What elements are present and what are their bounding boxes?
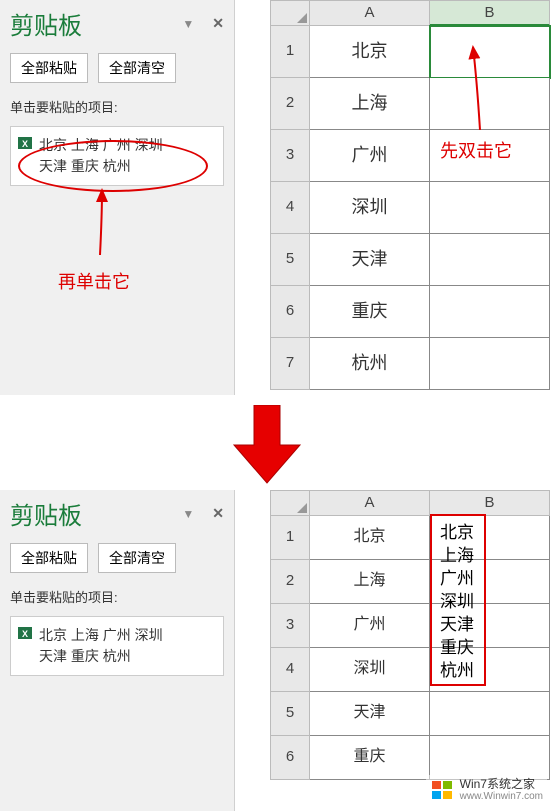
cell-a5[interactable]: 天津 <box>310 692 430 736</box>
svg-text:X: X <box>22 139 28 149</box>
clipboard-header: 剪贴板 ▼ ✕ <box>0 0 234 49</box>
clipboard-title: 剪贴板 <box>10 496 182 531</box>
clipboard-content-box: X 北京 上海 广州 深圳 天津 重庆 杭州 <box>10 126 224 186</box>
cell-b5[interactable] <box>430 692 550 736</box>
col-header-b[interactable]: B <box>430 490 550 516</box>
cell-b1-pasted-content[interactable]: 北京 上海 广州 深圳 天津 重庆 杭州 <box>434 518 544 687</box>
cell-a2[interactable]: 上海 <box>310 560 430 604</box>
row-header[interactable]: 3 <box>270 604 310 648</box>
select-all-corner[interactable] <box>270 490 310 516</box>
row-header[interactable]: 5 <box>270 692 310 736</box>
row-header[interactable]: 3 <box>270 130 310 182</box>
cell-a6[interactable]: 重庆 <box>310 736 430 780</box>
svg-text:X: X <box>22 629 28 639</box>
watermark-title: Win7系统之家 <box>460 777 543 791</box>
cell-a1[interactable]: 北京 <box>310 26 430 78</box>
cell-a1[interactable]: 北京 <box>310 516 430 560</box>
clip-line1: 北京 上海 广州 深圳 <box>39 627 163 643</box>
cell-a4[interactable]: 深圳 <box>310 182 430 234</box>
big-arrow-icon <box>232 405 302 485</box>
row-header[interactable]: 5 <box>270 234 310 286</box>
cell-b1[interactable] <box>430 26 550 78</box>
clipboard-item-text: 北京 上海 广州 深圳 天津 重庆 杭州 <box>39 135 163 177</box>
row-header[interactable]: 2 <box>270 78 310 130</box>
cell-a3[interactable]: 广州 <box>310 130 430 182</box>
excel-icon: X <box>17 135 33 151</box>
cell-a2[interactable]: 上海 <box>310 78 430 130</box>
clipboard-item[interactable]: X 北京 上海 广州 深圳 天津 重庆 杭州 <box>17 625 217 667</box>
row-header[interactable]: 1 <box>270 516 310 560</box>
clip-line1: 北京 上海 广州 深圳 <box>39 137 163 153</box>
cell-a7[interactable]: 杭州 <box>310 338 430 390</box>
close-icon[interactable]: ✕ <box>212 15 224 32</box>
col-header-a[interactable]: A <box>310 490 430 516</box>
cell-b6[interactable] <box>430 736 550 780</box>
cell-b3[interactable] <box>430 130 550 182</box>
clipboard-content-box: X 北京 上海 广州 深圳 天津 重庆 杭州 <box>10 616 224 676</box>
watermark-logo-icon <box>430 778 454 802</box>
spreadsheet-top: A B 1北京 2上海 3广州 4深圳 5天津 6重庆 7杭州 <box>270 0 550 390</box>
row-header[interactable]: 4 <box>270 648 310 692</box>
col-header-a[interactable]: A <box>310 0 430 26</box>
top-section: 剪贴板 ▼ ✕ 全部粘贴 全部清空 单击要粘贴的项目: X 北京 上海 广州 深… <box>0 0 553 395</box>
close-icon[interactable]: ✕ <box>212 505 224 522</box>
clipboard-panel-bottom: 剪贴板 ▼ ✕ 全部粘贴 全部清空 单击要粘贴的项目: X 北京 上海 广州 深… <box>0 490 235 811</box>
clear-all-button[interactable]: 全部清空 <box>98 543 176 573</box>
cell-a4[interactable]: 深圳 <box>310 648 430 692</box>
row-header[interactable]: 6 <box>270 286 310 338</box>
clipboard-button-row: 全部粘贴 全部清空 <box>0 49 234 91</box>
paste-all-button[interactable]: 全部粘贴 <box>10 543 88 573</box>
select-all-corner[interactable] <box>270 0 310 26</box>
bottom-section: 剪贴板 ▼ ✕ 全部粘贴 全部清空 单击要粘贴的项目: X 北京 上海 广州 深… <box>0 490 553 811</box>
cell-b6[interactable] <box>430 286 550 338</box>
clip-line2: 天津 重庆 杭州 <box>39 648 131 664</box>
cell-b2[interactable] <box>430 78 550 130</box>
clipboard-button-row: 全部粘贴 全部清空 <box>0 539 234 581</box>
watermark-url: www.Winwin7.com <box>460 791 543 803</box>
cell-b4[interactable] <box>430 182 550 234</box>
excel-icon: X <box>17 625 33 641</box>
clipboard-items-label: 单击要粘贴的项目: <box>0 91 234 122</box>
paste-all-button[interactable]: 全部粘贴 <box>10 53 88 83</box>
clipboard-item[interactable]: X 北京 上海 广州 深圳 天津 重庆 杭州 <box>17 135 217 177</box>
cell-b5[interactable] <box>430 234 550 286</box>
row-header[interactable]: 7 <box>270 338 310 390</box>
clear-all-button[interactable]: 全部清空 <box>98 53 176 83</box>
clipboard-item-text: 北京 上海 广州 深圳 天津 重庆 杭州 <box>39 625 163 667</box>
clipboard-panel: 剪贴板 ▼ ✕ 全部粘贴 全部清空 单击要粘贴的项目: X 北京 上海 广州 深… <box>0 0 235 395</box>
dropdown-icon[interactable]: ▼ <box>182 507 194 521</box>
clipboard-title: 剪贴板 <box>10 6 182 41</box>
cell-a6[interactable]: 重庆 <box>310 286 430 338</box>
clip-line2: 天津 重庆 杭州 <box>39 158 131 174</box>
row-header[interactable]: 6 <box>270 736 310 780</box>
col-header-b[interactable]: B <box>430 0 550 26</box>
cell-b7[interactable] <box>430 338 550 390</box>
dropdown-icon[interactable]: ▼ <box>182 17 194 31</box>
row-header[interactable]: 1 <box>270 26 310 78</box>
cell-a5[interactable]: 天津 <box>310 234 430 286</box>
row-header[interactable]: 2 <box>270 560 310 604</box>
row-header[interactable]: 4 <box>270 182 310 234</box>
cell-a3[interactable]: 广州 <box>310 604 430 648</box>
watermark-text: Win7系统之家 www.Winwin7.com <box>460 777 543 803</box>
clipboard-header: 剪贴板 ▼ ✕ <box>0 490 234 539</box>
watermark: Win7系统之家 www.Winwin7.com <box>426 775 547 805</box>
clipboard-items-label: 单击要粘贴的项目: <box>0 581 234 612</box>
